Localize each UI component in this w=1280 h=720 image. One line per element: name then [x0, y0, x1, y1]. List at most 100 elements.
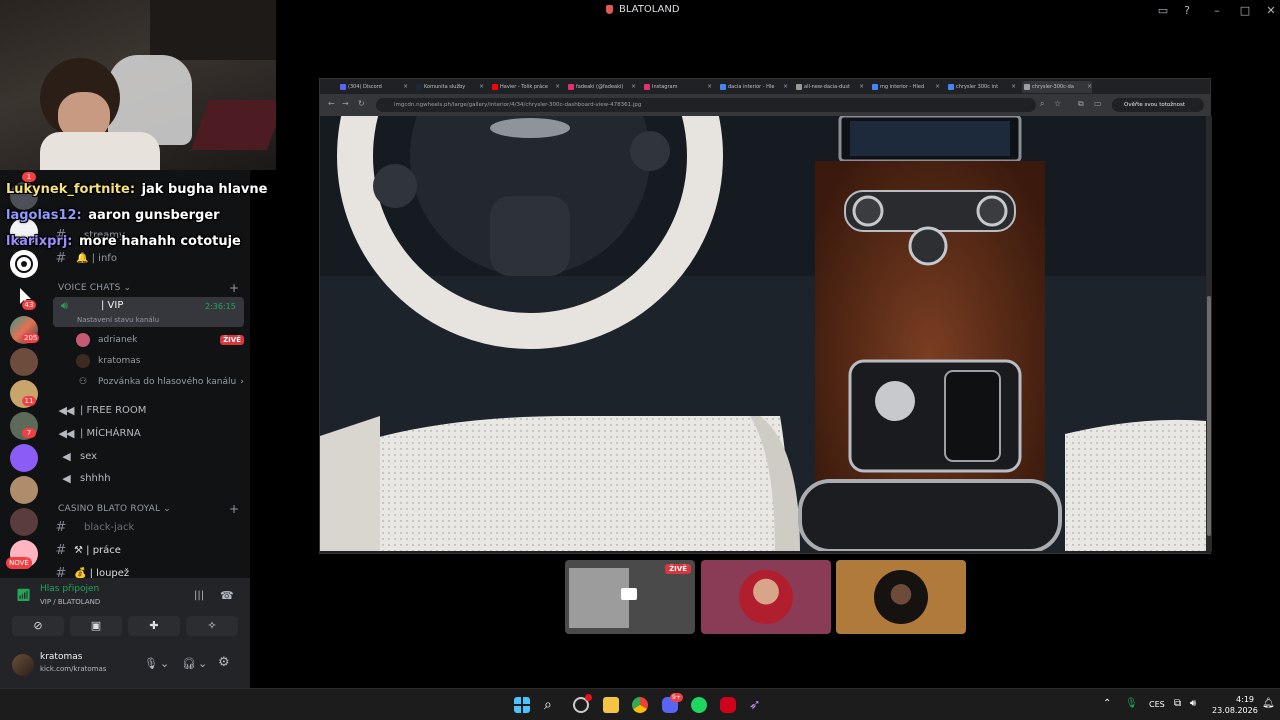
bookmark-star-icon[interactable]: ☆: [1054, 99, 1061, 108]
microphone-tray-icon[interactable]: 🎙︎: [1125, 698, 1138, 709]
tab-label: Instagram: [652, 84, 678, 90]
server-icon-dark[interactable]: [10, 508, 38, 536]
camera-button[interactable]: ⊘: [12, 616, 64, 636]
keyboard-language[interactable]: CES: [1149, 700, 1165, 709]
browser-tab[interactable]: Komunita služby ×: [414, 81, 484, 93]
tab-close-icon[interactable]: ×: [1087, 81, 1092, 93]
reload-icon[interactable]: ↻: [358, 99, 365, 108]
browser-tab[interactable]: chrysler 300c int ×: [946, 81, 1016, 93]
close-icon[interactable]: ✕: [1264, 4, 1278, 18]
browser-tab[interactable]: all-new-dacia-dust ×: [794, 81, 864, 93]
avatar: [76, 354, 90, 368]
server-icon-beige[interactable]: [10, 476, 38, 504]
screen-share-button[interactable]: ▣: [70, 616, 122, 636]
notification-dot: [585, 694, 592, 701]
channel-sex[interactable]: ◀︎ sex: [52, 446, 244, 466]
scrollbar-thumb[interactable]: [1207, 296, 1211, 536]
tab-close-icon[interactable]: ×: [783, 81, 788, 93]
tab-close-icon[interactable]: ×: [555, 81, 560, 93]
app-red-icon[interactable]: [720, 697, 736, 713]
server-icon-avatar[interactable]: [10, 348, 38, 376]
server-icon-openai[interactable]: [10, 250, 38, 278]
user-panel: kratomas kick.com/kratomas 🎙︎ ⌄ 🎧︎ ⌄ ⚙: [0, 645, 250, 688]
channel-label: 🔔 | info: [76, 252, 117, 264]
tab-close-icon[interactable]: ×: [859, 81, 864, 93]
headphones-icon[interactable]: 🎧︎: [182, 657, 196, 670]
voice-user-kratomas[interactable]: kratomas: [76, 352, 244, 370]
chevron-down-icon[interactable]: ⌄: [160, 657, 169, 670]
channel-status[interactable]: Nastavení stavu kanálu: [77, 316, 159, 324]
channel-info[interactable]: # 🔔 | info: [52, 248, 244, 268]
tab-close-icon[interactable]: ×: [631, 81, 636, 93]
signal-icon: 📶︎: [16, 588, 32, 602]
soundboard-button[interactable]: ✧: [186, 616, 238, 636]
chevron-down-icon[interactable]: ⌄: [198, 657, 207, 670]
browser-tab[interactable]: (304) Discord ×: [338, 81, 408, 93]
noise-suppression-icon[interactable]: |||: [194, 590, 204, 601]
browser-tab[interactable]: fadeaki (@fadeaki) ×: [566, 81, 636, 93]
browser-scrollbar[interactable]: [1206, 116, 1212, 551]
url-field[interactable]: imgcdn.ngwheels.ph/large/gallery/interio…: [376, 98, 1036, 112]
search-icon[interactable]: ⌕: [544, 697, 560, 713]
channel-vip[interactable]: 🔊︎ | VIP 2:36:15 Nastavení stavu kanálu: [53, 297, 244, 327]
sidebar-icon[interactable]: ▭: [1094, 99, 1102, 108]
profile-verify-button[interactable]: Ověřte svou totožnost: [1112, 98, 1204, 112]
channel-black-jack[interactable]: # black-jack: [52, 517, 244, 537]
volume-icon[interactable]: 🔊︎: [1190, 698, 1196, 709]
browser-tab[interactable]: chrysler-300c-da ×: [1022, 81, 1092, 93]
activities-button[interactable]: ✚: [128, 616, 180, 636]
windows-start-icon[interactable]: [514, 697, 530, 713]
inbox-icon[interactable]: ▭: [1156, 4, 1170, 18]
channel-michcarna[interactable]: ◀︎◀︎ | MÍCHÁRNA: [52, 423, 244, 443]
chrome-icon[interactable]: [632, 697, 648, 713]
microphone-icon[interactable]: 🎙︎: [144, 657, 158, 670]
screen-share-stream[interactable]: (304) Discord × Komunita služby × Havier - T…: [319, 78, 1212, 554]
add-channel-icon[interactable]: +: [229, 281, 239, 295]
category-voice-chats[interactable]: VOICE CHATS ⌄: [58, 283, 131, 293]
notifications-bell-icon[interactable]: 🔔︎: [1262, 698, 1275, 709]
voice-status[interactable]: Hlas připojen: [40, 584, 99, 594]
speaker-icon: 🔊︎: [61, 299, 68, 312]
spotify-icon[interactable]: [691, 697, 707, 713]
chevron-right-icon: ›: [240, 377, 244, 387]
extensions-icon[interactable]: ⧉: [1078, 99, 1084, 109]
voice-user-adrianek[interactable]: adrianek ŽIVĚ: [76, 331, 244, 349]
server-badge: 7: [22, 428, 36, 438]
back-icon[interactable]: ←: [328, 99, 335, 108]
server-icon-purple[interactable]: [10, 444, 38, 472]
tab-close-icon[interactable]: ×: [403, 81, 408, 93]
category-casino[interactable]: CASINO BLATO ROYAL ⌄: [58, 504, 171, 514]
browser-tab[interactable]: Instagram ×: [642, 81, 712, 93]
app-feather-icon[interactable]: ➶: [749, 697, 765, 713]
tab-close-icon[interactable]: ×: [935, 81, 940, 93]
disconnect-icon[interactable]: ☎︎: [220, 589, 234, 602]
minimize-icon[interactable]: –: [1210, 4, 1224, 18]
channel-list: # streamy # 🔔 | info VOICE CHATS ⌄ + 🔊︎ …: [52, 165, 250, 585]
channel-prace[interactable]: # ⚒ | práce: [52, 540, 244, 560]
file-explorer-icon[interactable]: [603, 697, 619, 713]
chevron-up-icon[interactable]: ⌃: [1103, 698, 1111, 709]
browser-tab[interactable]: dacia interior - Hle ×: [718, 81, 788, 93]
browser-tab[interactable]: mg interior - Hled ×: [870, 81, 940, 93]
system-clock[interactable]: 4:19 23.08.2026: [1212, 694, 1258, 716]
help-icon[interactable]: ?: [1180, 4, 1194, 18]
tab-label: Komunita služby: [424, 84, 466, 90]
settings-gear-icon[interactable]: ⚙: [218, 655, 230, 670]
browser-tab[interactable]: Havier - Tolik práce ×: [490, 81, 560, 93]
invite-to-voice[interactable]: ⚇ Pozvánka do hlasového kanálu ›: [76, 373, 244, 391]
maximize-icon[interactable]: □: [1238, 4, 1252, 18]
add-channel-icon[interactable]: +: [229, 502, 239, 516]
channel-shhhh[interactable]: ◀︎ shhhh: [52, 468, 244, 488]
participant-tile-stream[interactable]: ŽIVĚ: [565, 560, 695, 634]
network-icon[interactable]: ⧉: [1174, 698, 1181, 709]
forward-icon[interactable]: →: [342, 99, 349, 108]
participant-tile-user[interactable]: [701, 560, 831, 634]
tab-close-icon[interactable]: ×: [707, 81, 712, 93]
zoom-icon[interactable]: ⌕: [1040, 99, 1044, 109]
participant-tile-user[interactable]: [836, 560, 966, 634]
tab-close-icon[interactable]: ×: [1011, 81, 1016, 93]
invite-label: Pozvánka do hlasového kanálu: [98, 377, 237, 387]
tab-close-icon[interactable]: ×: [479, 81, 484, 93]
avatar[interactable]: [12, 654, 34, 676]
channel-free-room[interactable]: ◀︎◀︎ | FREE ROOM: [52, 400, 244, 420]
